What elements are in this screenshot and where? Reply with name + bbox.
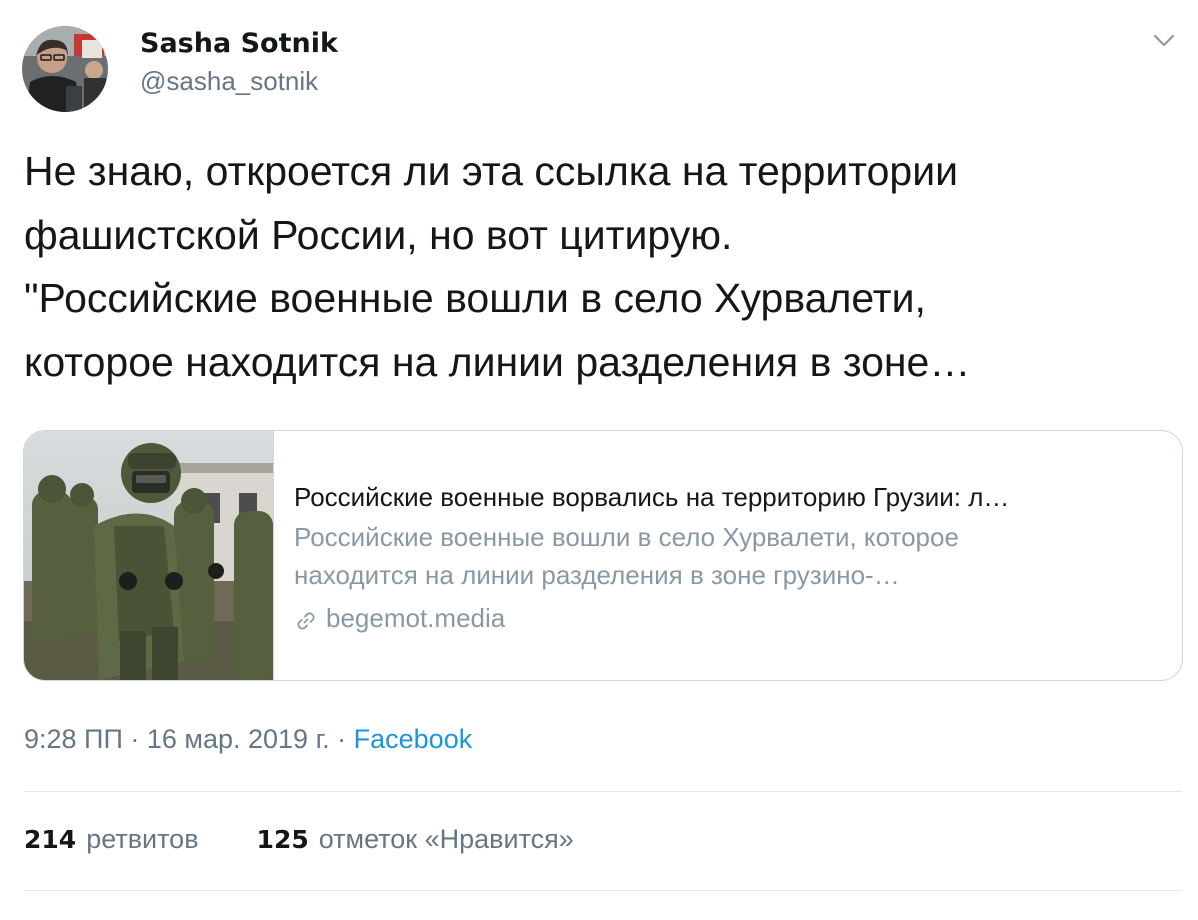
tweet-text-line: Не знаю, откроется ли эта ссылка на терр… (24, 148, 959, 194)
tweet-source-link[interactable]: Facebook (354, 724, 473, 754)
divider (24, 791, 1182, 792)
author-handle[interactable]: @sasha_sotnik (140, 66, 318, 97)
soldiers-photo (24, 431, 273, 680)
card-description: Российские военные вошли в село Хурвалет… (294, 518, 1164, 594)
likes-label: отметок «Нравится» (318, 824, 574, 854)
card-domain: begemot.media (294, 600, 1164, 636)
avatar[interactable] (22, 26, 108, 112)
retweets-stat[interactable]: 214 ретвитов (24, 824, 199, 855)
retweets-count: 214 (24, 825, 77, 854)
tweet-text-line: фашистской России, но вот цитирую. (24, 211, 733, 258)
card-domain-text: begemot.media (326, 603, 506, 633)
tweet-meta: 9:28 ПП · 16 мар. 2019 г. · Facebook (24, 724, 472, 755)
card-description-line: Российские военные вошли в село Хурвалет… (294, 522, 959, 552)
author-name[interactable]: Sasha Sotnik (140, 28, 338, 59)
tweet-text-line: "Российские военные вошли в село Хурвале… (24, 275, 926, 321)
meta-separator: · (329, 724, 354, 754)
tweet-text: Не знаю, откроется ли эта ссылка на терр… (24, 140, 1174, 394)
tweet-date[interactable]: 16 мар. 2019 г. (147, 724, 330, 754)
divider (24, 890, 1182, 891)
chevron-down-icon[interactable] (1150, 26, 1178, 54)
likes-count: 125 (256, 825, 309, 854)
link-preview-card[interactable]: Российские военные ворвались на территор… (23, 430, 1183, 681)
link-icon (294, 606, 318, 630)
tweet: Sasha Sotnik @sasha_sotnik Не знаю, откр… (0, 0, 1198, 920)
card-body: Российские военные ворвались на территор… (294, 479, 1164, 636)
user-photo-avatar (22, 26, 108, 112)
card-description-line: находится на линии разделения в зоне гру… (294, 560, 900, 590)
likes-stat[interactable]: 125 отметок «Нравится» (257, 824, 574, 855)
card-image[interactable] (24, 431, 274, 680)
tweet-stats: 214 ретвитов 125 отметок «Нравится» (24, 824, 574, 855)
retweets-label: ретвитов (86, 824, 199, 854)
card-title: Российские военные ворвались на территор… (294, 482, 1010, 512)
meta-separator: · (122, 724, 147, 754)
tweet-time[interactable]: 9:28 ПП (24, 724, 123, 754)
tweet-text-line: которое находится на линии разделения в … (24, 338, 971, 385)
